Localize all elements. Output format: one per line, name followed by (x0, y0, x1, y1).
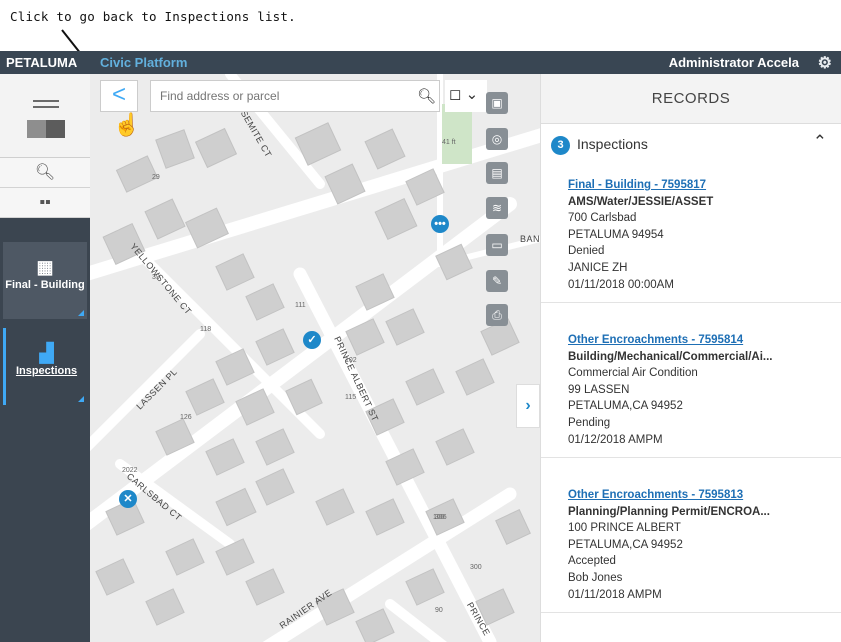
record-type: AMS/Water/JESSIE/ASSET (568, 195, 714, 208)
measure-icon[interactable]: ▭ (486, 234, 508, 256)
record-line: Accepted (568, 555, 616, 568)
record-card[interactable]: Other Encroachments - 7595813 Planning/P… (541, 478, 841, 614)
sidebar-item-inspections[interactable]: ▟ Inspections (3, 328, 87, 405)
gear-icon[interactable]: ⚙ (818, 53, 832, 73)
expand-panel-button[interactable]: › (516, 384, 540, 428)
locate-icon[interactable]: ◎ (486, 128, 508, 150)
record-line: 100 PRINCE ALBERT (568, 522, 681, 535)
grid-icon: ▦ (36, 257, 54, 277)
search-icon[interactable]: 🔍︎ (417, 87, 436, 105)
house-label: 29 (152, 174, 160, 181)
inspection-marker-more[interactable]: ••• (431, 215, 449, 233)
record-line: JANICE ZH (568, 261, 628, 274)
record-line: Pending (568, 416, 611, 429)
brand-name: PETALUMA (6, 55, 78, 70)
search-input[interactable] (151, 81, 391, 111)
grid-icon[interactable]: ▪▪ (0, 188, 90, 218)
record-link[interactable]: Final - Building - 7595817 (568, 177, 814, 194)
top-bar: PETALUMA Civic Platform Administrator Ac… (0, 51, 841, 74)
basemap-thumbnail[interactable] (27, 120, 65, 138)
record-card[interactable]: Final - Building - 7595817 AMS/Water/JES… (541, 168, 841, 304)
house-label: 118 (200, 326, 212, 333)
street-label: BAN (520, 234, 540, 244)
record-line: 01/11/2018 AMPM (568, 588, 662, 601)
user-name[interactable]: Administrator Accela (669, 55, 799, 70)
draw-tool-dropdown[interactable]: ◻ ⌄ (445, 80, 487, 112)
chevron-down-icon: ⌄ (461, 86, 479, 103)
map-canvas[interactable] (90, 74, 540, 642)
record-link[interactable]: Other Encroachments - 7595813 (568, 487, 814, 504)
chevron-up-icon[interactable]: ⌃ (813, 132, 827, 152)
map-layer-thumbnail[interactable] (0, 74, 90, 158)
record-line: Commercial Air Condition (568, 367, 698, 380)
sidebar-item-final-building[interactable]: ▦ Final - Building (3, 242, 87, 319)
records-panel: RECORDS 3 Inspections ⌃ Final - Building… (540, 74, 841, 642)
record-line: 700 Carlsbad (568, 212, 637, 225)
house-label: 2022 (122, 467, 138, 474)
house-label: 90 (435, 607, 443, 614)
left-sidebar: 🔍︎ ▪▪ ▦ Final - Building ▟ Inspections (0, 74, 90, 642)
inspections-section-title: Inspections (577, 136, 648, 152)
draw-icon: ◻ (449, 86, 462, 103)
menu-icon[interactable] (33, 100, 59, 112)
house-label: 115 (345, 394, 357, 401)
inspections-section-header[interactable]: 3 Inspections ⌃ (541, 124, 841, 164)
search-bar[interactable]: 🔍︎ (150, 80, 440, 112)
back-button[interactable]: < (100, 80, 138, 112)
record-line: 99 LASSEN (568, 383, 630, 396)
house-label: 102 (345, 357, 357, 364)
platform-name[interactable]: Civic Platform (100, 55, 187, 70)
inspection-marker-check[interactable]: ✓ (303, 331, 321, 349)
record-type: Planning/Planning Permit/ENCROA... (568, 505, 770, 518)
record-line: Bob Jones (568, 571, 623, 584)
record-line: PETALUMA,CA 94952 (568, 400, 683, 413)
record-line: PETALUMA,CA 94952 (568, 538, 683, 551)
record-card[interactable]: Other Encroachments - 7595814 Building/M… (541, 323, 841, 459)
search-icon[interactable]: 🔍︎ (0, 158, 90, 188)
corner-indicator (78, 396, 84, 402)
house-label: 111 (295, 302, 306, 309)
inspection-icon: ▟ (39, 343, 54, 363)
record-line: 01/11/2018 00:00AM (568, 278, 674, 291)
sidebar-item-label: Inspections (15, 365, 78, 377)
sidebar-item-label: Final - Building (5, 279, 85, 291)
record-line: 01/12/2018 AMPM (568, 433, 663, 446)
record-line: Denied (568, 245, 605, 258)
house-label: 41 ft (442, 139, 456, 146)
house-label: 100 (433, 514, 445, 521)
inspection-marker-cancel[interactable]: ✕ (119, 490, 137, 508)
house-label: 126 (180, 414, 192, 421)
corner-indicator (78, 310, 84, 316)
edit-icon[interactable]: ✎ (486, 270, 508, 292)
house-label: 300 (470, 564, 482, 571)
basemap-tool-icon[interactable]: ▣ (486, 92, 508, 114)
record-line: PETALUMA 94954 (568, 228, 664, 241)
layers-icon[interactable]: ≋ (486, 197, 508, 219)
print-icon[interactable]: ⎙ (486, 304, 508, 326)
house-label: 39 (152, 274, 160, 281)
overview-icon[interactable]: ▤ (486, 162, 508, 184)
inspections-count-badge: 3 (551, 136, 570, 155)
records-header: RECORDS (541, 74, 841, 124)
map-view[interactable]: YELLOWSTONE CT LASSEN PL CARLSBAD CT PRI… (90, 74, 540, 642)
record-type: Building/Mechanical/Commercial/Ai... (568, 350, 773, 363)
hand-cursor-icon: ☝ (113, 112, 141, 137)
chevron-right-icon: › (525, 397, 531, 414)
record-link[interactable]: Other Encroachments - 7595814 (568, 332, 814, 349)
chevron-left-icon: < (111, 81, 126, 108)
